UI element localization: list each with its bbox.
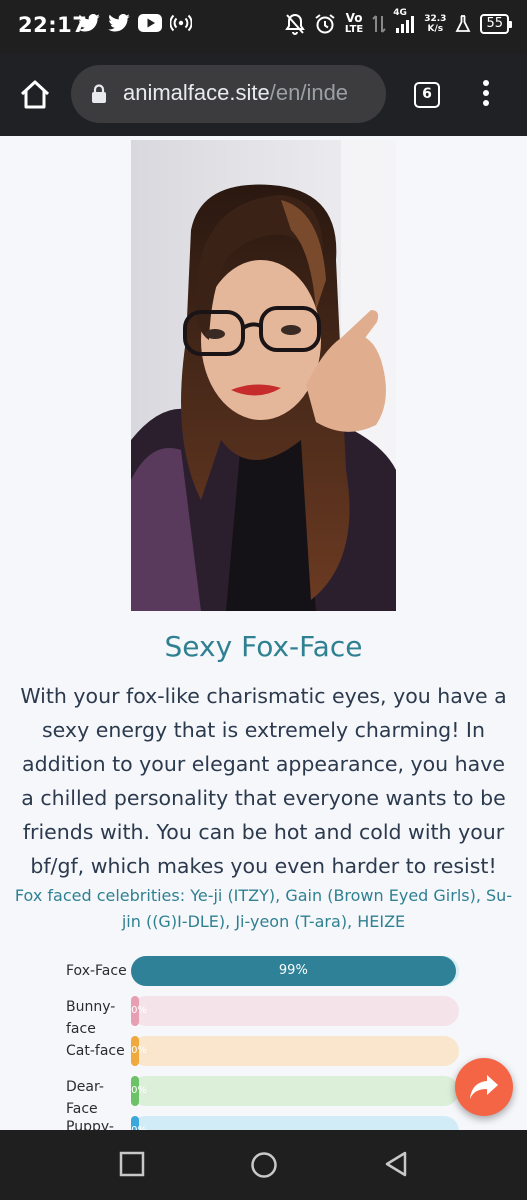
status-bar: 22:17 Vo LTE 4G 32.3 K/s 55 (0, 0, 527, 54)
volte-icon: Vo LTE (344, 11, 364, 35)
back-triangle-icon (385, 1151, 407, 1177)
browser-toolbar: animalface.site/en/inde 6 (0, 54, 527, 136)
uploaded-photo (131, 140, 396, 611)
url-text: animalface.site/en/inde (123, 80, 349, 105)
page-content: Sexy Fox-Face With your fox-like charism… (0, 136, 527, 1130)
bar-track: 99% (131, 956, 459, 986)
circle-icon (251, 1152, 277, 1178)
flask-icon (455, 14, 471, 34)
lock-icon (91, 84, 107, 108)
bar-label: Puppy-face (66, 1119, 114, 1130)
bar-track: 0% (131, 996, 459, 1026)
bar-value-label: 0% (131, 1045, 147, 1056)
home-button[interactable] (18, 78, 52, 112)
home-nav-button[interactable] (250, 1151, 278, 1183)
home-icon (20, 80, 50, 109)
battery-indicator: 55 (480, 14, 512, 34)
signal-icon: 4G (393, 8, 415, 34)
network-speed: 32.3 K/s (424, 14, 447, 34)
data-transfer-icon (372, 14, 386, 34)
status-time: 22:17 (18, 13, 88, 37)
back-button[interactable] (383, 1151, 409, 1181)
result-title: Sexy Fox-Face (164, 630, 363, 663)
bar-value-label: 0% (131, 1116, 147, 1130)
bar-label: Bunny-face (66, 999, 116, 1037)
bar-track: 0% (131, 1036, 459, 1066)
twitter-icon (108, 14, 130, 32)
overflow-menu-button[interactable] (478, 80, 494, 110)
twitter-icon (78, 14, 100, 32)
menu-dot (483, 100, 489, 106)
menu-dot (483, 90, 489, 96)
hotspot-icon (170, 14, 192, 32)
share-button[interactable] (455, 1058, 513, 1116)
bar-value-label: 0% (131, 1005, 147, 1016)
address-bar[interactable]: animalface.site/en/inde (71, 65, 386, 123)
celebrity-list: Fox faced celebrities: Ye-ji (ITZY), Gai… (14, 886, 513, 931)
tab-switcher-button[interactable]: 6 (414, 82, 440, 108)
bar-label: Cat-face (66, 1043, 125, 1059)
bar-track: 0% (131, 1116, 459, 1130)
system-navigation-bar (0, 1130, 527, 1200)
result-description: With your fox-like charismatic eyes, you… (20, 684, 507, 878)
square-icon (119, 1151, 145, 1177)
mute-icon (284, 13, 305, 35)
bar-value-label: 99% (278, 963, 308, 978)
menu-dot (483, 80, 489, 86)
bar-label: Dear-Face (66, 1079, 104, 1117)
bar-track: 0% (131, 1076, 459, 1106)
share-icon (470, 1075, 498, 1099)
alarm-icon (314, 13, 336, 35)
recents-button[interactable] (119, 1151, 145, 1181)
youtube-icon (138, 14, 162, 32)
bar-label: Fox-Face (66, 963, 127, 979)
bar-value-label: 0% (131, 1085, 147, 1096)
